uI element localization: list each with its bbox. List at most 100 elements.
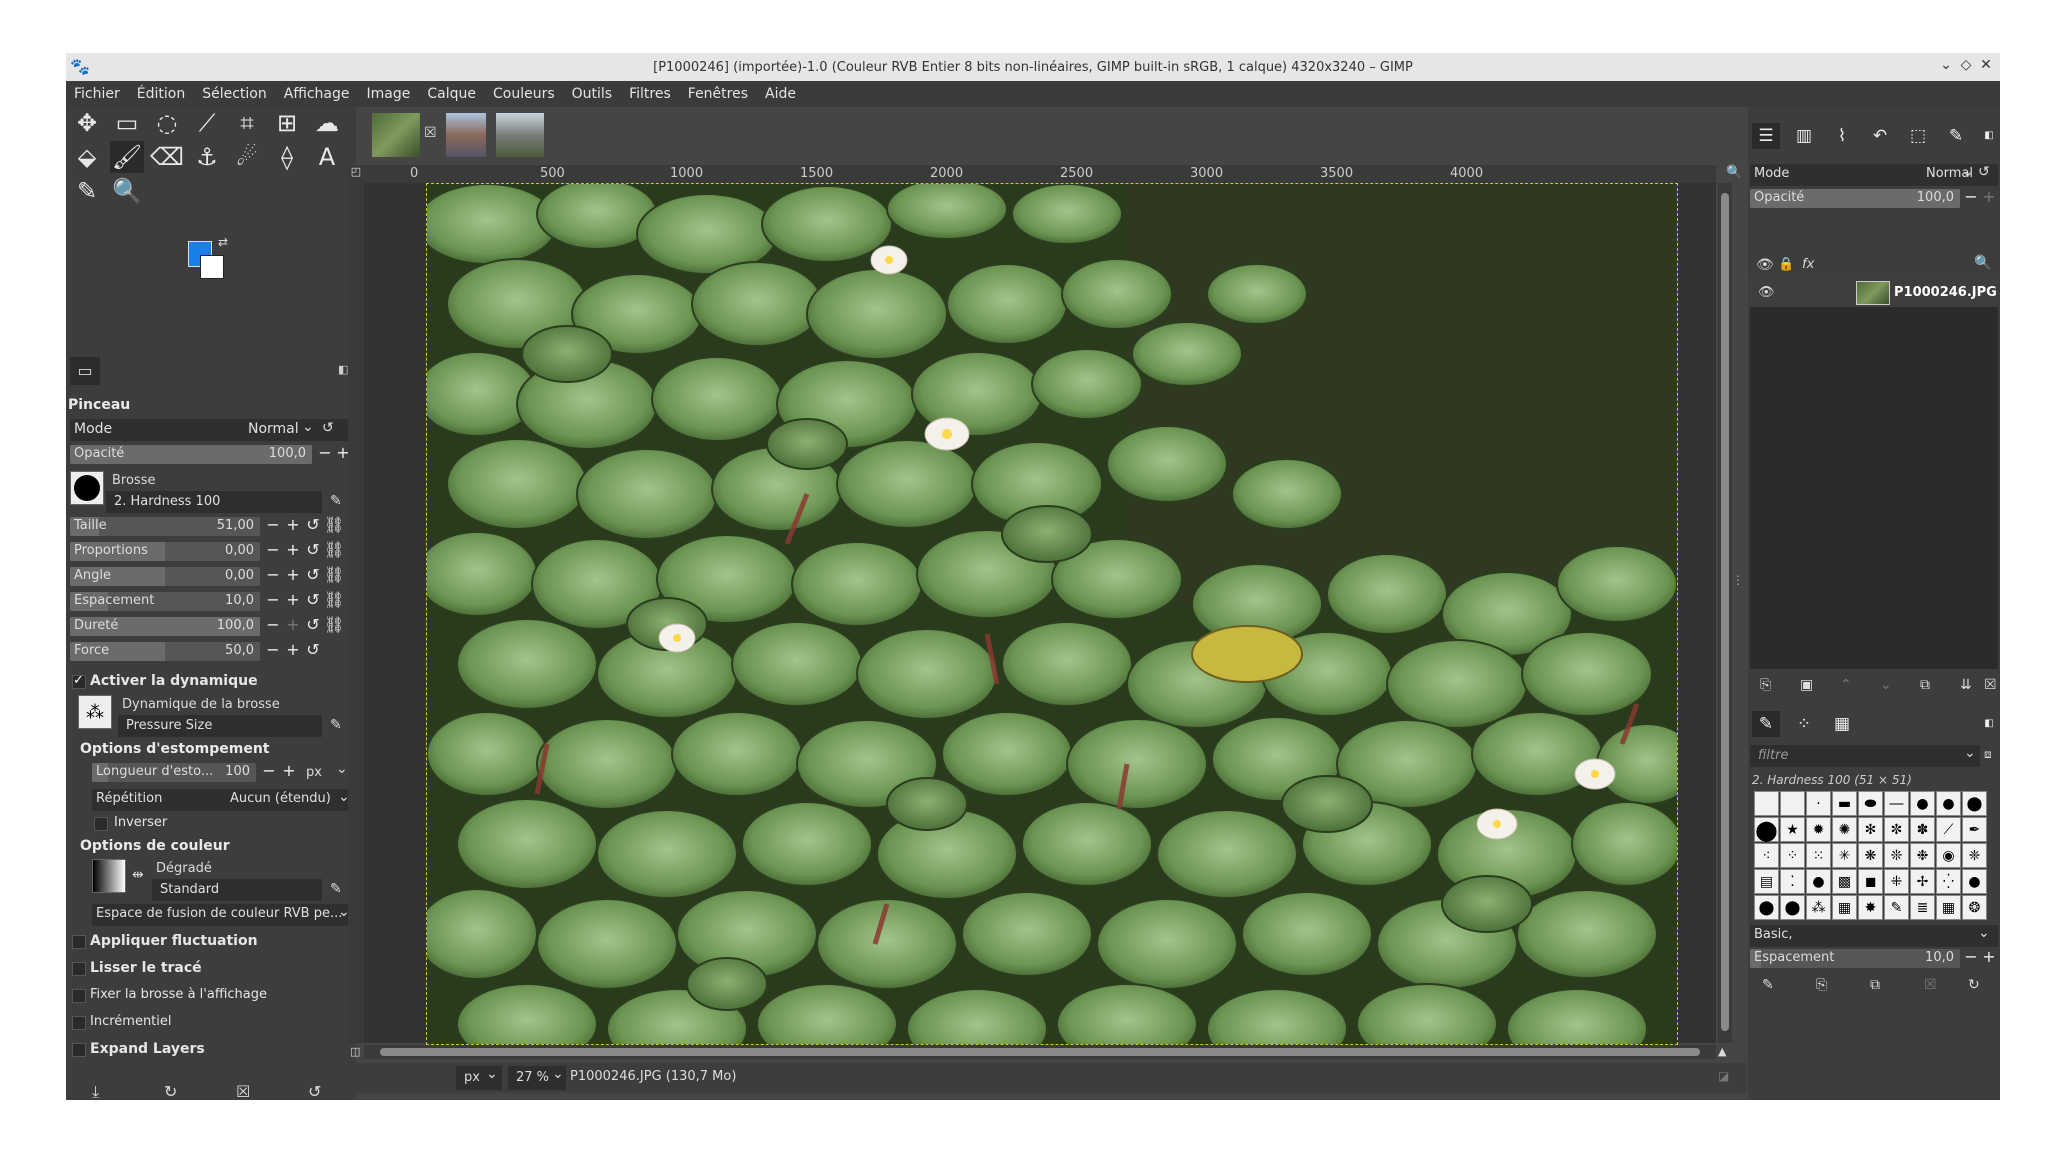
reset-icon[interactable]: ↺ [304,565,322,584]
effects-icon[interactable]: fx [1802,257,1814,272]
paths-tab-icon[interactable]: ⌇ [1828,123,1856,149]
brush-item[interactable]: ▦ [1832,895,1857,920]
edit-dynamics-icon[interactable]: ✎ [330,717,342,733]
gradient-preview[interactable] [92,859,126,893]
edit-gradient-icon[interactable]: ✎ [330,881,342,897]
edit-brush-icon[interactable]: ✎ [330,493,342,509]
link-icon[interactable]: ⛓ [324,615,344,634]
force-slider[interactable]: Force 50,0 [70,642,260,661]
new-layer-group-icon[interactable]: ▣ [1800,677,1813,693]
dynamics-checkbox[interactable] [72,673,86,689]
edit-brush-icon[interactable]: ✎ [1762,977,1774,993]
raise-layer-icon[interactable]: ⌃ [1840,677,1852,693]
image-canvas[interactable] [426,183,1678,1045]
opacity-slider[interactable]: Opacité 100,0 [70,445,312,464]
link-icon[interactable]: ⛓ [324,540,344,559]
fuzzy-select-tool-icon[interactable]: ⟋ [190,107,224,139]
image-tab-house[interactable] [496,113,544,157]
brush-item[interactable]: ⁖ [1754,843,1779,868]
brush-item[interactable]: ● [1936,791,1961,816]
cancel-icon[interactable]: ◪ [1718,1069,1729,1083]
patterns-tab-icon[interactable]: ⁘ [1790,711,1818,737]
brush-item[interactable]: ❂ [1962,895,1987,920]
image-tab-building[interactable] [446,113,486,157]
delete-options-icon[interactable]: ☒ [236,1082,250,1100]
brush-item[interactable]: ⬬ [1858,791,1883,816]
brush-item[interactable]: ⟋ [1936,817,1961,842]
brush-item[interactable]: ✢ [1910,869,1935,894]
reset-options-icon[interactable]: ↺ [308,1082,321,1100]
new-layer-icon[interactable]: ⎘ [1760,677,1771,693]
menu-colors[interactable]: Couleurs [493,86,555,102]
brush-item[interactable]: ❊ [1884,843,1909,868]
bucket-fill-tool-icon[interactable]: ⬙ [70,141,104,173]
panel-menu-icon[interactable]: ◧ [338,363,348,376]
close-tab-icon[interactable]: ☒ [424,125,437,141]
brush-item[interactable]: ● [1910,791,1935,816]
increase-icon[interactable]: + [284,640,302,659]
reset-icon[interactable]: ↺ [304,615,322,634]
brush-item-selected[interactable]: ⬤ [1754,817,1779,842]
duplicate-brush-icon[interactable]: ⧉ [1870,977,1880,993]
gradient-field[interactable]: Standard [152,879,322,901]
decrease-icon[interactable]: − [264,565,282,584]
brush-tag-select[interactable]: Basic, ⌄ [1750,925,1998,947]
zoom-icon[interactable]: 🔍 [1726,165,1742,180]
menu-tools[interactable]: Outils [572,86,612,102]
ruler-corner-icon[interactable]: ◰ [348,165,364,183]
save-options-icon[interactable]: ⤓ [92,1082,99,1100]
smooth-checkbox[interactable] [72,962,86,976]
brush-item[interactable]: ⬤ [1780,895,1805,920]
brush-item[interactable]: ✼ [1884,817,1909,842]
maximize-icon[interactable]: ◇ [1956,57,1976,73]
lock-brush-checkbox[interactable] [72,989,86,1003]
quick-mask-icon[interactable]: ◫ [350,1045,360,1058]
decrease-icon[interactable]: − [264,640,282,659]
spacing-decrease-icon[interactable]: − [1962,947,1980,966]
navigate-icon[interactable]: ▲ [1718,1045,1726,1058]
visibility-icon[interactable]: 👁 [1756,257,1774,273]
brush-item[interactable]: ▤ [1754,869,1779,894]
decrease-icon[interactable]: − [264,540,282,559]
brush-item[interactable]: ❉ [1910,843,1935,868]
dynamics-preview-icon[interactable]: ⁂ [78,695,112,729]
merge-layer-icon[interactable]: ⇊ [1960,677,1972,693]
incremental-checkbox[interactable] [72,1016,86,1030]
decrease-icon[interactable]: − [264,590,282,609]
menu-image[interactable]: Image [367,86,411,102]
menu-file[interactable]: Fichier [74,86,120,102]
brush-item[interactable]: ❋ [1858,843,1883,868]
repeat-select[interactable]: Répétition Aucun (étendu) ⌄ [92,789,354,811]
link-icon[interactable]: ⛓ [324,565,344,584]
reset-icon[interactable]: ↺ [304,640,322,659]
layer-visibility-icon[interactable]: 👁 [1758,285,1775,300]
brush-item[interactable]: ⁚ [1780,869,1805,894]
move-tool-icon[interactable]: ✥ [70,107,104,139]
brush-preview[interactable] [70,471,104,505]
brush-item[interactable]: ✹ [1806,817,1831,842]
text-tool-icon[interactable]: A [310,141,344,173]
link-icon[interactable]: ⛓ [324,590,344,609]
vertical-scrollbar[interactable] [1718,183,1732,1043]
brush-item[interactable]: ✳ [1832,843,1857,868]
hardness-slider[interactable]: Dureté 100,0 [70,617,260,636]
reset-icon[interactable]: ↺ [304,540,322,559]
new-brush-icon[interactable]: ⎘ [1816,977,1827,993]
swap-colors-icon[interactable]: ⇄ [218,235,228,249]
clone-tool-icon[interactable]: ⚓ [190,141,224,173]
mode-value[interactable]: Normal [248,421,299,437]
brush-filter-input[interactable]: filtre [1750,745,1980,767]
brush-item[interactable]: ✺ [1832,817,1857,842]
zoom-tool-icon[interactable]: 🔍 [110,175,144,207]
brush-item[interactable]: ✽ [1910,817,1935,842]
minimize-icon[interactable]: ⌄ [1936,57,1956,73]
fade-decrease-icon[interactable]: − [260,761,278,780]
layer-mode-row[interactable]: Mode Normal ⌄ ↺ [1750,164,1998,186]
opacity-decrease-icon[interactable]: − [316,443,334,462]
paths-tool-icon[interactable]: ⟠ [270,141,304,173]
warp-transform-tool-icon[interactable]: ☁ [310,107,344,139]
lasso-tool-icon[interactable]: ◌ [150,107,184,139]
brush-item[interactable]: ⁘ [1780,843,1805,868]
jitter-checkbox[interactable] [72,935,86,949]
channels-tab-icon[interactable]: ▥ [1790,123,1818,149]
